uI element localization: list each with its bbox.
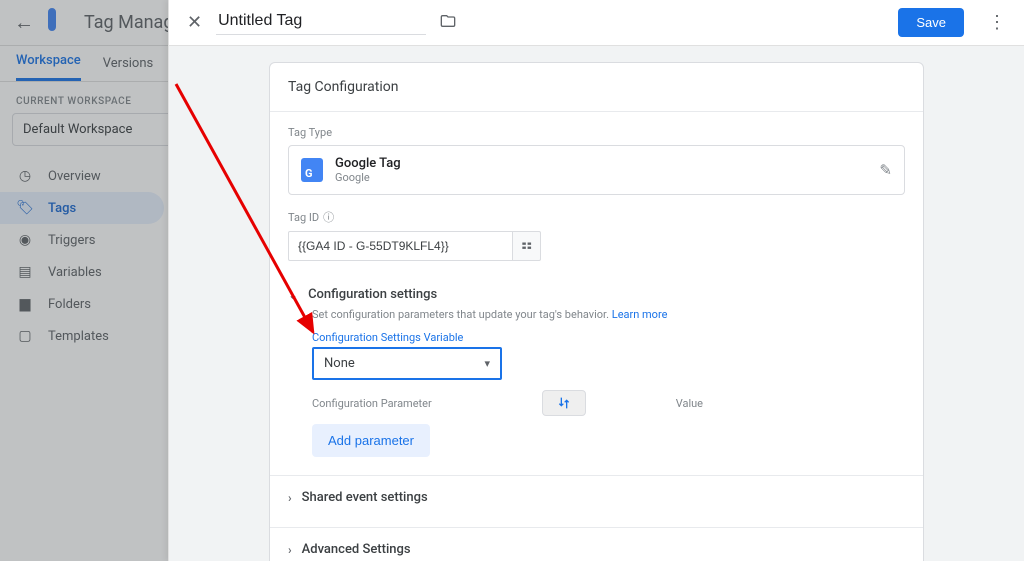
sort-button[interactable]	[542, 390, 586, 416]
shared-event-title: Shared event settings	[302, 490, 428, 505]
shared-event-toggle[interactable]: › Shared event settings	[270, 476, 923, 519]
tag-type-vendor: Google	[335, 171, 401, 184]
tag-type-selector[interactable]: Google Tag Google ✎	[288, 145, 905, 195]
config-var-value: None	[324, 356, 355, 371]
value-column-label: Value	[676, 397, 703, 410]
variable-picker-button[interactable]	[513, 231, 541, 261]
advanced-settings-toggle[interactable]: › Advanced Settings	[270, 528, 923, 561]
config-settings-title: Configuration settings	[308, 287, 437, 302]
help-icon[interactable]: ⓘ	[323, 209, 334, 225]
more-menu-icon[interactable]: ⋮	[988, 12, 1006, 33]
config-var-label: Configuration Settings Variable	[312, 331, 905, 344]
tag-configuration-card: Tag Configuration Tag Type Google Tag Go…	[269, 62, 924, 561]
add-parameter-button[interactable]: Add parameter	[312, 424, 430, 457]
tag-type-label: Tag Type	[288, 126, 905, 139]
pencil-icon[interactable]: ✎	[879, 161, 892, 179]
config-settings-desc: Set configuration parameters that update…	[312, 308, 609, 321]
param-column-label: Configuration Parameter	[312, 397, 432, 410]
chevron-right-icon: ›	[288, 491, 292, 505]
tag-editor-panel: ✕ Save ⋮ Tag Configuration Tag Type Goog…	[168, 0, 1024, 561]
config-var-select[interactable]: None ▾	[312, 347, 502, 380]
chevron-right-icon: ›	[288, 543, 292, 557]
tag-name-input[interactable]	[216, 10, 426, 35]
advanced-settings-title: Advanced Settings	[302, 542, 411, 557]
chevron-down-icon: ⌄	[288, 288, 298, 302]
tag-config-title: Tag Configuration	[270, 63, 923, 111]
learn-more-link[interactable]: Learn more	[612, 308, 668, 321]
save-button[interactable]: Save	[898, 8, 964, 37]
config-settings-toggle[interactable]: ⌄ Configuration settings	[270, 275, 923, 308]
close-icon[interactable]: ✕	[187, 12, 202, 33]
folder-outline-icon[interactable]	[440, 13, 456, 33]
tag-id-label: Tag ID	[288, 211, 319, 224]
tag-type-name: Google Tag	[335, 156, 401, 171]
google-tag-icon	[301, 158, 323, 182]
dropdown-arrow-icon: ▾	[484, 357, 490, 370]
tag-id-input[interactable]	[288, 231, 513, 261]
